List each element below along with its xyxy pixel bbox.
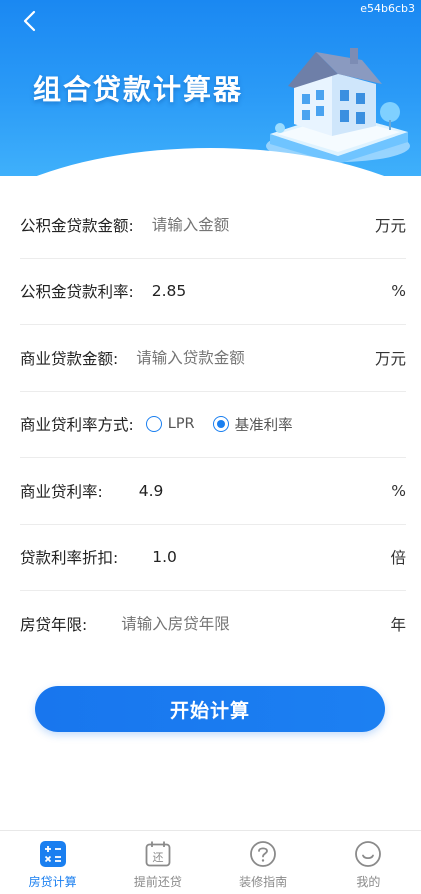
years-row: 房贷年限: 年 (20, 591, 406, 658)
smiley-icon (354, 840, 382, 868)
calculator-icon (39, 840, 67, 868)
discount-input[interactable] (152, 548, 383, 567)
years-unit: 年 (390, 616, 406, 635)
fund-rate-unit: % (391, 282, 406, 301)
fund-rate-row: 公积金贷款利率: % (20, 259, 406, 325)
fund-rate-label: 公积金贷款利率: (20, 283, 134, 302)
hash-label: e54b6cb3 (360, 2, 415, 15)
commercial-amount-unit: 万元 (374, 349, 406, 368)
back-button[interactable] (14, 6, 46, 36)
nav-label: 我的 (356, 875, 381, 889)
start-calculate-button[interactable]: 开始计算 (35, 686, 385, 732)
rate-mode-radio-group: LPR 基准利率 (145, 414, 311, 435)
nav-item-loan-calc[interactable]: 房贷计算 (0, 831, 105, 894)
rate-mode-row: 商业贷利率方式: LPR 基准利率 (20, 392, 406, 458)
discount-unit: 倍 (390, 549, 406, 568)
nav-item-mine[interactable]: 我的 (316, 831, 421, 894)
header-banner: e54b6cb3 组合贷款计算器 (0, 0, 421, 176)
years-input[interactable] (121, 615, 383, 634)
chevron-left-icon (23, 10, 36, 32)
rate-mode-option-label: LPR (167, 416, 195, 433)
rate-mode-option-label: 基准利率 (234, 417, 293, 434)
fund-amount-unit: 万元 (374, 216, 406, 235)
fund-amount-row: 公积金贷款金额: 万元 (20, 192, 406, 259)
svg-text:还: 还 (152, 851, 163, 864)
commercial-amount-label: 商业贷款金额: (20, 349, 119, 368)
calendar-repay-icon: 还 (144, 840, 172, 868)
page-title: 组合贷款计算器 (33, 73, 244, 106)
rate-mode-option-lpr[interactable]: LPR (145, 416, 195, 433)
commercial-rate-label: 商业贷利率: (20, 482, 103, 501)
question-circle-icon (249, 840, 277, 868)
nav-label: 提前还贷 (133, 875, 182, 889)
nav-label: 房贷计算 (28, 875, 77, 889)
radio-checked-icon (212, 416, 229, 433)
commercial-rate-input[interactable] (138, 481, 384, 500)
radio-circle-icon (145, 416, 162, 433)
commercial-rate-unit: % (391, 481, 406, 500)
fund-amount-input[interactable] (151, 215, 367, 234)
commercial-amount-input[interactable] (136, 348, 367, 367)
nav-item-decor-guide[interactable]: 装修指南 (211, 831, 316, 894)
bottom-nav: 房贷计算 还 提前还贷 装修指南 我的 (0, 830, 421, 894)
discount-label: 贷款利率折扣: (20, 549, 119, 568)
commercial-rate-row: 商业贷利率: % (20, 458, 406, 525)
fund-amount-label: 公积金贷款金额: (20, 216, 134, 235)
nav-item-early-repay[interactable]: 还 提前还贷 (105, 831, 210, 894)
loan-form: 公积金贷款金额: 万元 公积金贷款利率: % 商业贷款金额: 万元 商业贷利率方… (20, 192, 406, 658)
commercial-amount-row: 商业贷款金额: 万元 (20, 325, 406, 392)
discount-row: 贷款利率折扣: 倍 (20, 525, 406, 591)
rate-mode-option-base[interactable]: 基准利率 (212, 414, 293, 435)
house-illustration (266, 48, 410, 164)
fund-rate-input[interactable] (151, 282, 384, 301)
nav-label: 装修指南 (239, 875, 288, 889)
rate-mode-label: 商业贷利率方式: (20, 416, 134, 435)
years-label: 房贷年限: (20, 616, 88, 635)
